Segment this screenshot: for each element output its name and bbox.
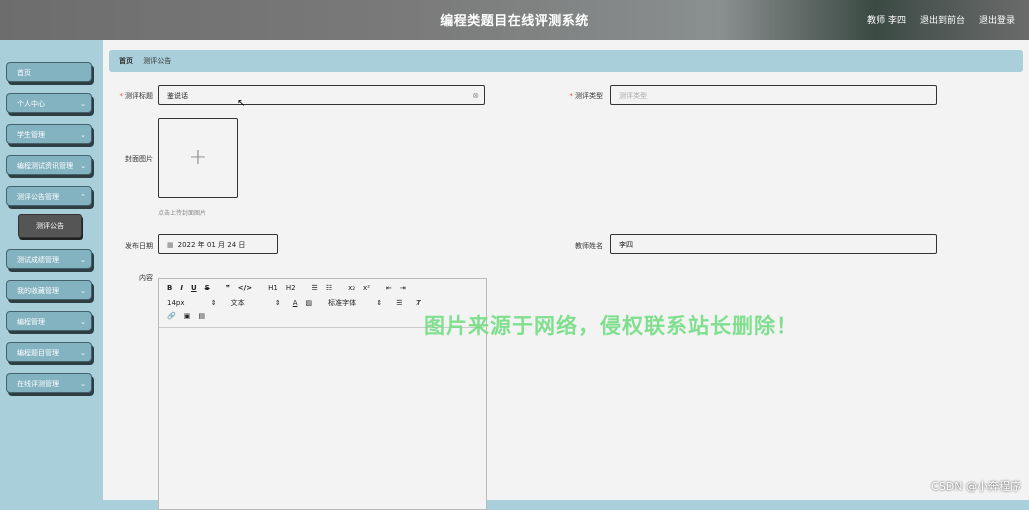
chevron-down-icon: ⌄ [80,380,86,388]
chevron-down-icon: ⌄ [80,256,86,264]
sidebar-item-label: 在线评测管理 [17,380,59,388]
calendar-icon: ▦ [167,241,174,249]
font-size-select[interactable]: 14px ⇕ [167,299,217,307]
clear-icon[interactable]: ⊗ [472,86,479,106]
watermark-text: 图片来源于网络，侵权联系站长删除！ [424,314,798,338]
cover-upload[interactable]: + [158,118,238,198]
sidebar-item-evaluation[interactable]: 在线评测管理 ⌄ [6,373,92,393]
indent-button[interactable]: ⇥ [400,284,406,292]
title-input-value: 鉴说话 [167,92,188,100]
date-label: 发布日期 [125,242,153,250]
title-label: * 测评标题 [113,91,154,101]
select-arrow-icon: ⇕ [274,299,281,307]
type-input[interactable]: 测评类型 [610,85,937,105]
required-mark: * [119,92,124,100]
sidebar-item-label: 编程题目管理 [17,349,59,357]
plus-icon: + [188,145,208,170]
breadcrumb: 首页 测评公告 [109,50,1023,72]
strike-button[interactable]: S [205,284,210,292]
teacher-label: 教师姓名 [575,242,603,250]
content-label: 内容 [139,274,153,282]
user-label: 教师 李四 [867,16,906,26]
chevron-down-icon: ⌄ [80,100,86,108]
chevron-down-icon: ⌄ [80,131,86,139]
sidebar-item-label: 我的收藏管理 [17,287,59,295]
top-bar: 编程类题目在线评测系统 教师 李四 退出到前台 退出登录 [0,0,1029,40]
toolbar-row-3: 🔗 ▣ ▤ [167,312,205,320]
teacher-input[interactable]: 李四 [610,234,937,254]
logout-link[interactable]: 退出登录 [979,13,1015,26]
text-style-value: 文本 [230,299,245,307]
sidebar-item-label: 学生管理 [17,131,45,139]
sidebar-item-label: 首页 [17,69,31,77]
breadcrumb-current: 测评公告 [143,57,172,65]
font-color-icon[interactable]: A [293,299,298,307]
align-icon[interactable]: ☰ [396,299,402,307]
text-style-select[interactable]: 文本 ⇕ [231,298,281,308]
subscript-button[interactable]: x₂ [348,284,355,292]
outdent-button[interactable]: ⇤ [386,284,392,292]
sidebar-item-label: 个人中心 [17,100,45,108]
sidebar-item-home[interactable]: 首页 [6,62,92,82]
chevron-down-icon: ⌄ [80,349,86,357]
clear-format-icon[interactable]: Ⱦ [417,299,421,307]
mouse-cursor-icon: ↖ [237,98,246,109]
sidebar-item-students[interactable]: 学生管理 ⌄ [6,124,92,144]
back-to-front-link[interactable]: 退出到前台 [920,13,965,26]
title-input[interactable]: 鉴说话 ⊗ [158,85,485,105]
sidebar-subitem-announcement[interactable]: 测评公告 [18,214,82,238]
breadcrumb-home[interactable]: 首页 [119,57,133,65]
sidebar-item-label: 测试成绩管理 [17,256,59,264]
top-right-links: 教师 李四 退出到前台 退出登录 [867,13,1015,26]
superscript-button[interactable]: x² [363,284,370,292]
sidebar-menu: 首页 个人中心 ⌄ 学生管理 ⌄ 编程测试资讯管理 ⌄ 测评公告管理 ⌃ 测评公告 测试… [6,62,92,404]
code-button[interactable]: </> [238,284,252,292]
sidebar-item-news[interactable]: 编程测试资讯管理 ⌄ [6,155,92,175]
chevron-up-icon: ⌃ [80,193,86,201]
sidebar-item-announcements[interactable]: 测评公告管理 ⌃ [6,186,92,206]
chevron-down-icon: ⌄ [80,287,86,295]
ordered-list-button[interactable]: ☰ [312,284,318,292]
cover-hint: 点击上传封面图片 [158,210,207,217]
type-label-text: 测评类型 [575,92,603,100]
sidebar-item-problems[interactable]: 编程题目管理 ⌄ [6,342,92,362]
toolbar-row-1: B I U S ❞ </> H1 H2 ☰ ☷ x₂ x² ⇤ ⇥ [167,284,406,292]
h2-button[interactable]: H2 [286,284,296,292]
chevron-down-icon: ⌄ [80,318,86,326]
sidebar-item-label: 编程测试资讯管理 [17,162,73,170]
underline-button[interactable]: U [191,284,197,292]
video-icon[interactable]: ▤ [198,312,205,320]
quote-button[interactable]: ❞ [226,284,230,292]
background-color-icon[interactable]: ▨ [306,299,313,307]
h1-button[interactable]: H1 [268,284,278,292]
csdn-watermark: CSDN @小奔程序 [931,480,1021,493]
main-content: 首页 测评公告 * 测评标题 鉴说话 ⊗ * 测评类型 测评类型 封面图片 + 点击上… [103,40,1029,510]
link-icon[interactable]: 🔗 [167,312,176,320]
sidebar-item-label: 测评公告管理 [17,193,59,201]
chevron-down-icon: ⌄ [80,162,86,170]
breadcrumb-separator [137,57,139,65]
date-value: 2022 年 01 月 24 日 [177,241,246,249]
title-label-text: 测评标题 [125,92,153,100]
toolbar-row-2: 14px ⇕ 文本 ⇕ A ▨ 标准字体 ⇕ ☰ Ⱦ [167,298,421,308]
font-family-select[interactable]: 标准字体 ⇕ [328,298,382,308]
font-size-value: 14px [167,299,185,307]
sidebar-item-profile[interactable]: 个人中心 ⌄ [6,93,92,113]
sidebar-item-label: 编程管理 [17,318,45,326]
sidebar-item-programming[interactable]: 编程管理 ⌄ [6,311,92,331]
font-family-value: 标准字体 [328,299,357,307]
image-icon[interactable]: ▣ [184,312,191,320]
sidebar-item-favorites[interactable]: 我的收藏管理 ⌄ [6,280,92,300]
bold-button[interactable]: B [167,284,172,292]
bullet-list-button[interactable]: ☷ [326,284,332,292]
select-arrow-icon: ⇕ [376,299,383,307]
required-mark: * [569,92,574,100]
select-arrow-icon: ⇕ [210,299,217,307]
italic-button[interactable]: I [180,284,183,292]
sidebar-item-scores[interactable]: 测试成绩管理 ⌄ [6,249,92,269]
cover-label: 封面图片 [125,155,153,163]
type-label: * 测评类型 [563,91,604,101]
date-input[interactable]: ▦ 2022 年 01 月 24 日 [158,234,278,254]
